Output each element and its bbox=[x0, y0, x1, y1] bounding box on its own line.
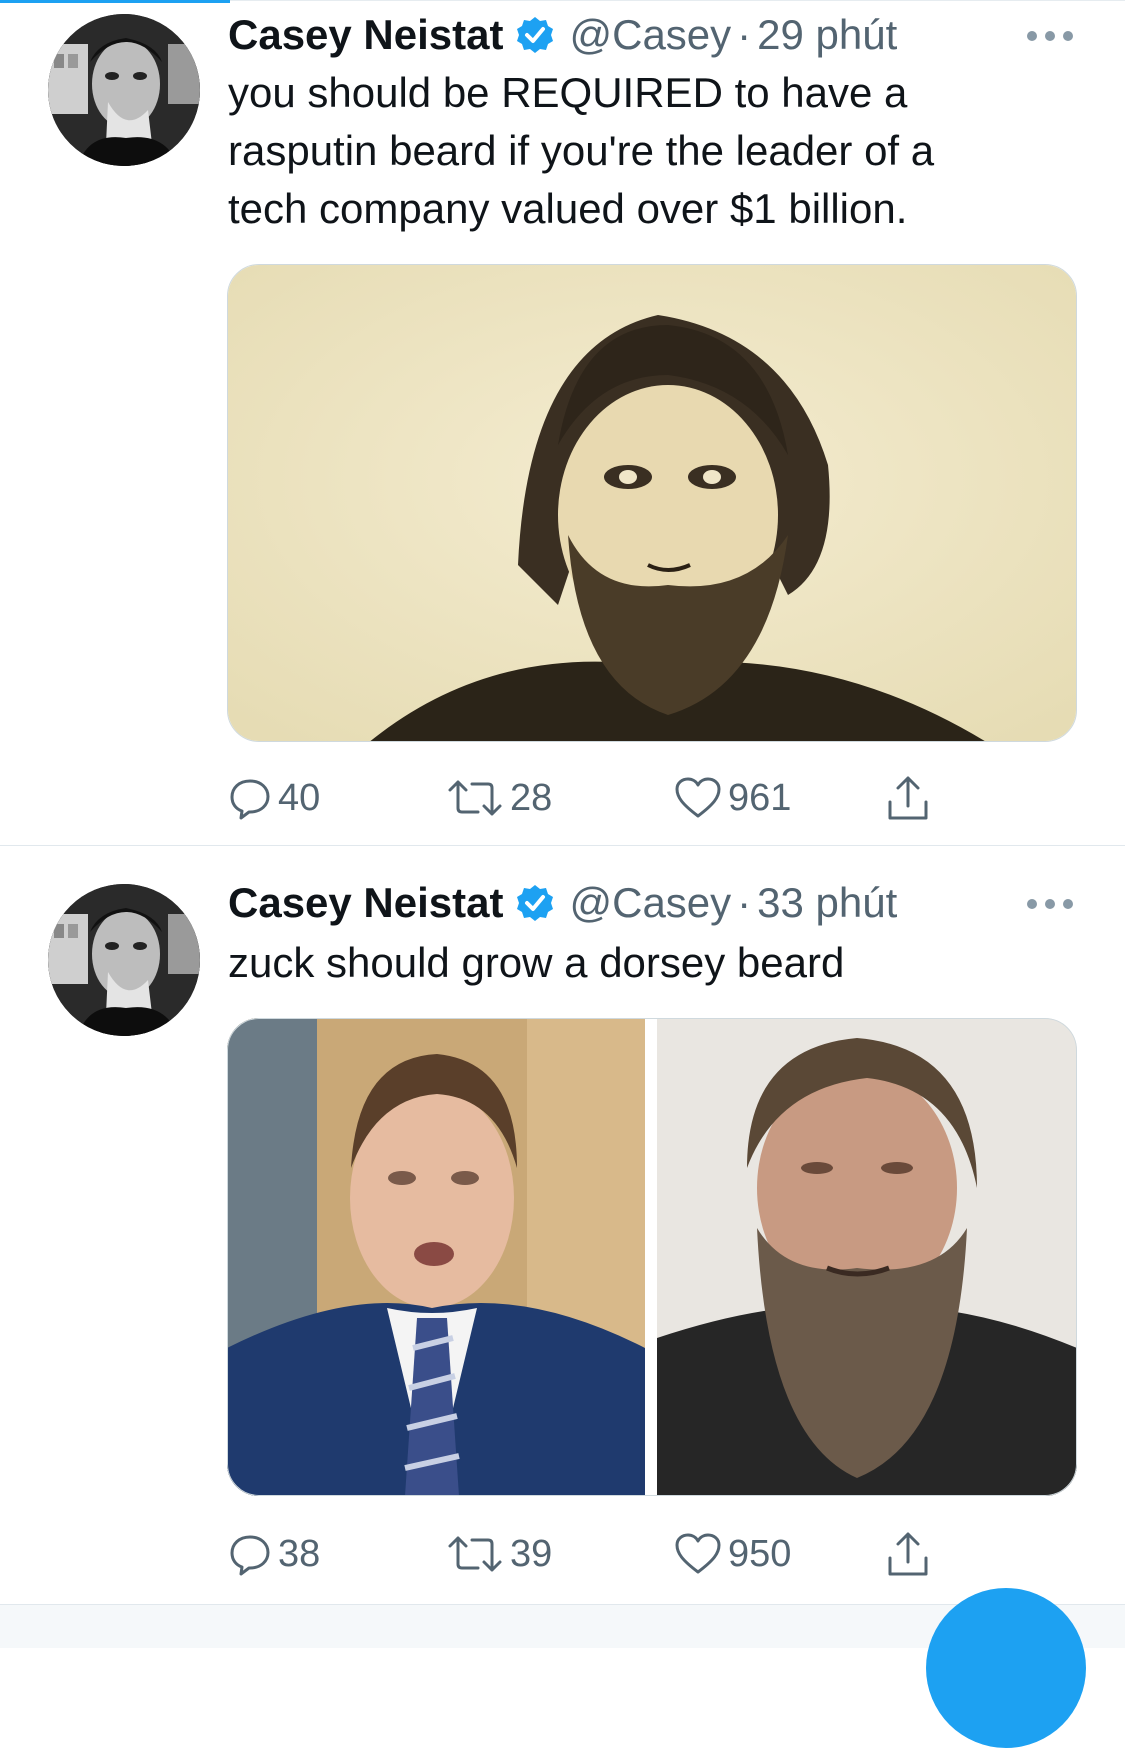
more-dots-icon[interactable] bbox=[1027, 26, 1073, 46]
verified-badge-icon bbox=[515, 883, 555, 934]
author-name[interactable]: Casey Neistat bbox=[228, 11, 503, 58]
tweet-photo-right[interactable] bbox=[657, 1018, 1077, 1496]
reply-count: 38 bbox=[278, 1532, 321, 1575]
tweet-text-line: tech company valued over $1 billion. bbox=[228, 185, 908, 232]
tweet-actions: 40 28 961 bbox=[228, 770, 988, 826]
like-count: 950 bbox=[728, 1532, 792, 1575]
reply-count: 40 bbox=[278, 776, 321, 819]
more-dots-icon[interactable] bbox=[1027, 894, 1073, 914]
timestamp[interactable]: 33 phút bbox=[757, 879, 897, 926]
retweet-icon bbox=[448, 780, 502, 816]
tweet-actions: 38 39 950 bbox=[228, 1526, 988, 1582]
separator-dot: · bbox=[737, 11, 752, 58]
author-handle[interactable]: @Casey bbox=[569, 11, 731, 58]
tweet-1[interactable]: Casey Neistat @Casey · 29 phút you should b… bbox=[0, 0, 1125, 820]
speech-bubble-icon bbox=[230, 779, 270, 820]
separator-dot: · bbox=[737, 879, 752, 926]
tweet-text-line: you should be REQUIRED to have a bbox=[228, 69, 908, 116]
share-upload-icon bbox=[888, 1532, 928, 1576]
like-button[interactable]: 950 bbox=[674, 1526, 791, 1582]
reply-button[interactable]: 40 bbox=[228, 770, 320, 826]
tweet-text: zuck should grow a dorsey beard bbox=[228, 934, 1058, 992]
retweet-count: 28 bbox=[510, 776, 553, 819]
avatar[interactable] bbox=[48, 884, 200, 1036]
share-button[interactable] bbox=[886, 770, 936, 826]
tweet-header: Casey Neistat @Casey · 29 phút bbox=[228, 10, 897, 60]
retweet-icon bbox=[448, 1536, 502, 1572]
author-handle[interactable]: @Casey bbox=[569, 879, 731, 926]
retweet-button[interactable]: 39 bbox=[446, 1526, 552, 1582]
tweet-header: Casey Neistat @Casey · 33 phút bbox=[228, 878, 897, 928]
tweet-text-line: zuck should grow a dorsey beard bbox=[228, 939, 845, 986]
share-upload-icon bbox=[888, 776, 928, 820]
heart-icon bbox=[675, 777, 721, 818]
compose-fab[interactable] bbox=[926, 1588, 1086, 1748]
like-button[interactable]: 961 bbox=[674, 770, 791, 826]
like-count: 961 bbox=[728, 776, 792, 819]
speech-bubble-icon bbox=[230, 1535, 270, 1576]
timestamp[interactable]: 29 phút bbox=[757, 11, 897, 58]
retweet-button[interactable]: 28 bbox=[446, 770, 552, 826]
tweet-photo-left[interactable] bbox=[227, 1018, 645, 1496]
retweet-count: 39 bbox=[510, 1532, 553, 1575]
reply-button[interactable]: 38 bbox=[228, 1526, 320, 1582]
verified-badge-icon bbox=[515, 15, 555, 66]
tweet-text-line: rasputin beard if you're the leader of a bbox=[228, 127, 935, 174]
photo-gap bbox=[645, 1018, 657, 1496]
share-button[interactable] bbox=[886, 1526, 936, 1582]
author-name[interactable]: Casey Neistat bbox=[228, 879, 503, 926]
tweet-2[interactable]: Casey Neistat @Casey · 33 phút zuck should … bbox=[0, 846, 1125, 1604]
tweet-photo[interactable] bbox=[227, 264, 1077, 742]
heart-icon bbox=[675, 1533, 721, 1574]
tweet-photo-grid bbox=[227, 1018, 1077, 1496]
avatar[interactable] bbox=[48, 14, 200, 166]
tweet-text: you should be REQUIRED to have a rasputi… bbox=[228, 64, 1058, 238]
